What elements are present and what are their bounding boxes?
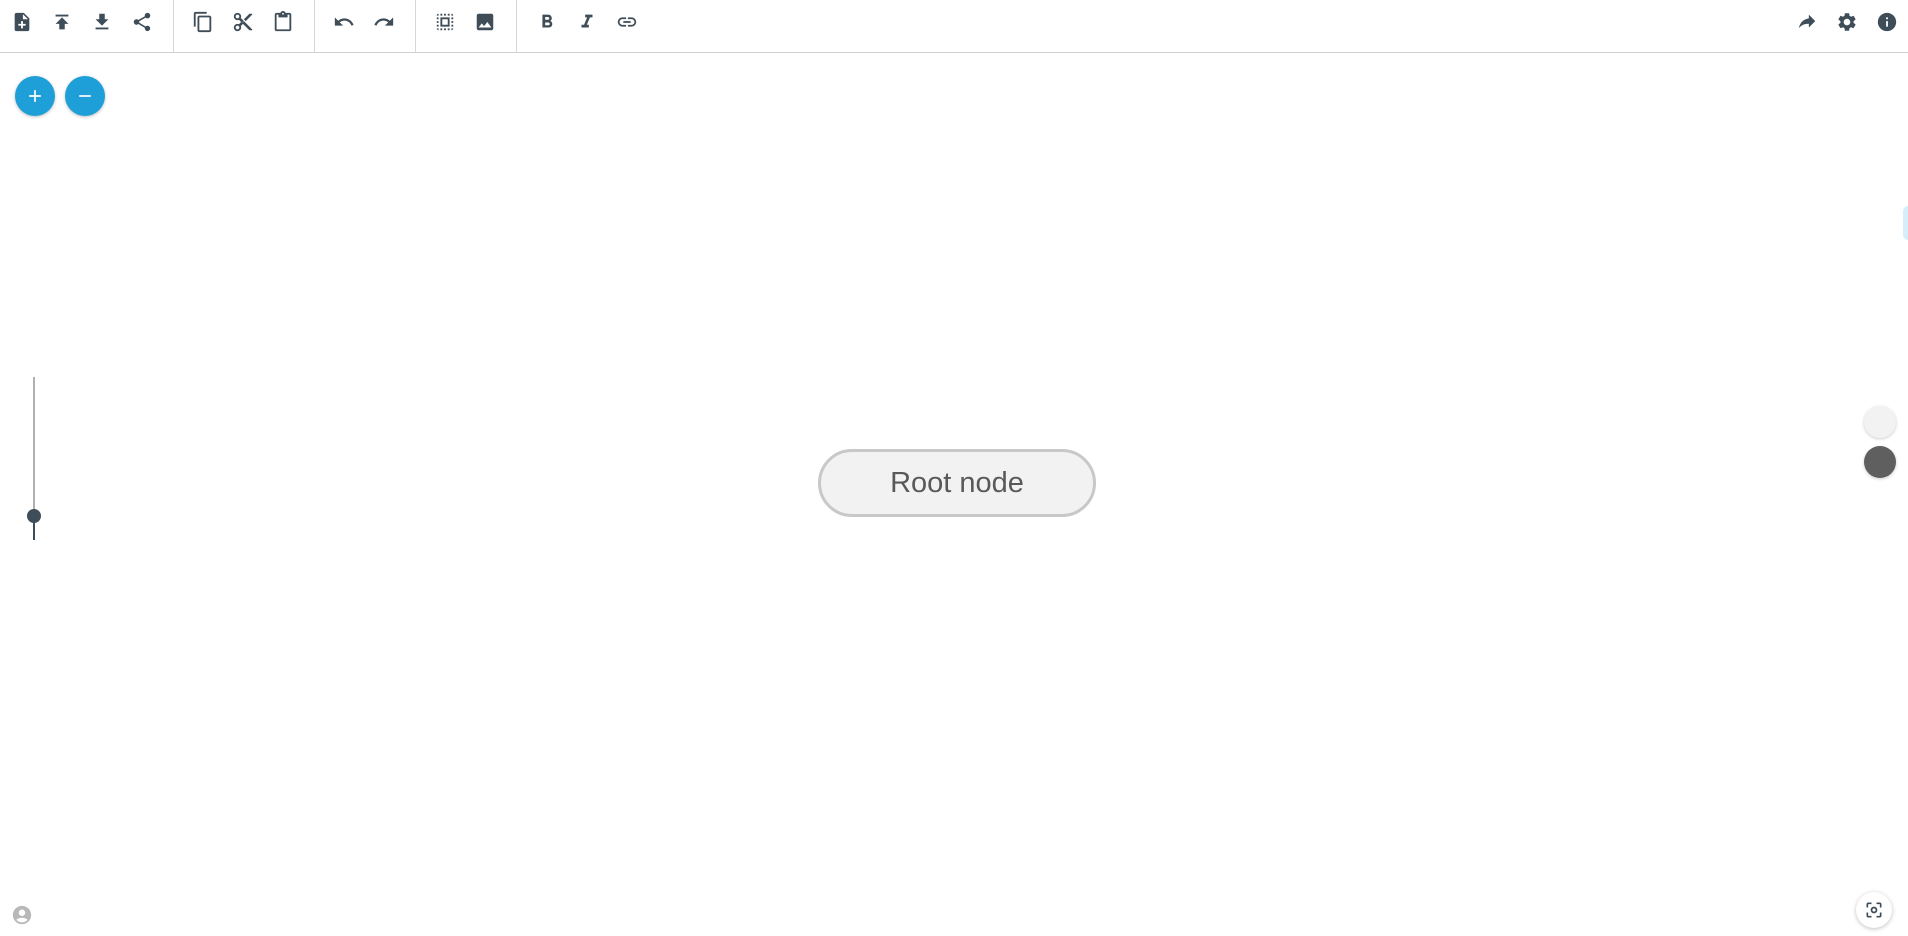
redo-button[interactable] <box>368 6 400 38</box>
zoom-out-button[interactable] <box>65 76 105 116</box>
settings-button[interactable] <box>1831 6 1863 38</box>
focus-center-icon <box>1866 902 1882 918</box>
image-icon <box>476 13 494 31</box>
download-icon <box>95 13 109 30</box>
plus-icon <box>29 90 41 102</box>
bold-icon <box>542 14 553 28</box>
select-all-icon <box>436 13 454 31</box>
toolbar-divider <box>415 0 416 53</box>
toolbar <box>0 0 1908 53</box>
root-node[interactable]: Root node <box>818 449 1096 517</box>
italic-icon <box>581 14 593 28</box>
link-icon <box>617 17 637 27</box>
link-button[interactable] <box>611 6 643 38</box>
theme-light-swatch[interactable] <box>1864 406 1896 438</box>
toolbar-divider <box>314 0 315 53</box>
side-panel-handle[interactable] <box>1903 206 1908 240</box>
undo-icon <box>334 17 354 26</box>
select-all-button[interactable] <box>429 6 461 38</box>
paste-icon <box>274 11 292 32</box>
settings-icon <box>1838 13 1856 31</box>
minus-icon <box>79 95 91 97</box>
share-icon <box>133 12 151 32</box>
info-button[interactable] <box>1871 6 1903 38</box>
cut-icon <box>233 12 253 32</box>
account-button[interactable] <box>11 904 33 926</box>
redo-forward-icon <box>1798 14 1816 29</box>
center-view-button[interactable] <box>1856 892 1892 928</box>
bold-button[interactable] <box>531 6 563 38</box>
zoom-in-button[interactable] <box>15 76 55 116</box>
upload-button[interactable] <box>46 6 78 38</box>
paste-button[interactable] <box>267 6 299 38</box>
copy-icon <box>193 11 212 33</box>
theme-dark-swatch[interactable] <box>1864 446 1896 478</box>
redo-icon <box>374 17 394 26</box>
account-icon <box>12 905 32 925</box>
zoom-slider-thumb[interactable] <box>27 508 41 523</box>
toolbar-divider <box>516 0 517 53</box>
undo-button[interactable] <box>328 6 360 38</box>
download-button[interactable] <box>86 6 118 38</box>
share-button[interactable] <box>126 6 158 38</box>
info-icon <box>1877 12 1897 32</box>
new-map-button[interactable] <box>6 6 38 38</box>
italic-button[interactable] <box>571 6 603 38</box>
new-map-icon <box>14 12 30 32</box>
insert-image-button[interactable] <box>469 6 501 38</box>
cut-button[interactable] <box>227 6 259 38</box>
toolbar-divider <box>173 0 174 53</box>
forward-button[interactable] <box>1791 6 1823 38</box>
upload-icon <box>55 14 69 30</box>
root-node-label[interactable]: Root node <box>890 467 1024 500</box>
copy-button[interactable] <box>187 6 219 38</box>
